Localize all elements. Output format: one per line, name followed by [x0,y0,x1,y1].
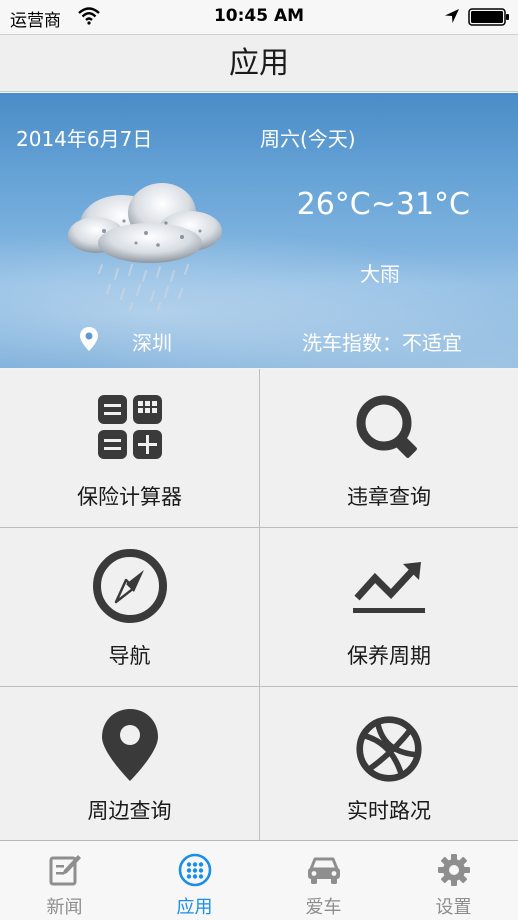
tile-label: 违章查询 [347,485,431,509]
tile-label: 周边查询 [87,799,172,823]
app-grid: 保险计算器 违章查询 导航 保养周期 周边查询 实时路况 [0,369,518,840]
tile-label: 保养周期 [347,644,431,668]
tile-violation-search[interactable]: 违章查询 [260,369,518,527]
clock: 10:45 AM [213,6,305,26]
tile-nearby-search[interactable]: 周边查询 [0,687,259,840]
tile-navigation[interactable]: 导航 [0,528,259,686]
battery-icon [468,8,509,26]
location-arrow-icon [445,9,459,23]
weather-date: 2014年6月7日 [16,127,153,151]
page-title: 应用 [0,34,518,92]
tile-realtime-traffic[interactable]: 实时路况 [260,687,518,840]
tab-news[interactable]: 新闻 [0,841,129,920]
tab-label: 爱车 [305,897,342,918]
tab-label: 应用 [176,897,213,918]
tile-label: 导航 [108,644,151,668]
car-wash-index: 洗车指数：不适宜 [302,331,462,355]
calculator-icon [97,395,162,459]
tab-settings[interactable]: 设置 [389,841,518,920]
map-pin-icon [101,709,158,781]
gear-icon [437,854,470,886]
trend-chart-icon [353,562,425,613]
status-bar: 运营商 10:45 AM [0,0,518,34]
tab-label: 新闻 [46,897,83,918]
weather-weekday: 周六(今天) [260,127,356,151]
compass-icon [92,549,167,623]
tile-label: 实时路况 [347,799,431,823]
tab-apps[interactable]: 应用 [130,841,259,920]
tab-label: 设置 [435,897,472,918]
tile-label: 保险计算器 [77,485,182,509]
weather-banner[interactable]: 2014年6月7日 周六(今天) 26°C~31°C 大雨 深圳 洗车指数：不适… [0,93,518,368]
search-icon [356,395,417,458]
tile-maintenance-cycle[interactable]: 保养周期 [260,528,518,686]
tab-bar: 新闻 应用 爱车 设置 [0,840,518,920]
tab-my-car[interactable]: 爱车 [259,841,388,920]
apps-grid-icon [178,853,211,887]
news-edit-icon [49,855,81,886]
weather-condition: 大雨 [360,262,400,286]
temperature-range: 26°C~31°C [296,187,470,222]
tile-insurance-calculator[interactable]: 保险计算器 [0,369,259,527]
car-icon [307,857,340,884]
basketball-icon [356,716,422,782]
